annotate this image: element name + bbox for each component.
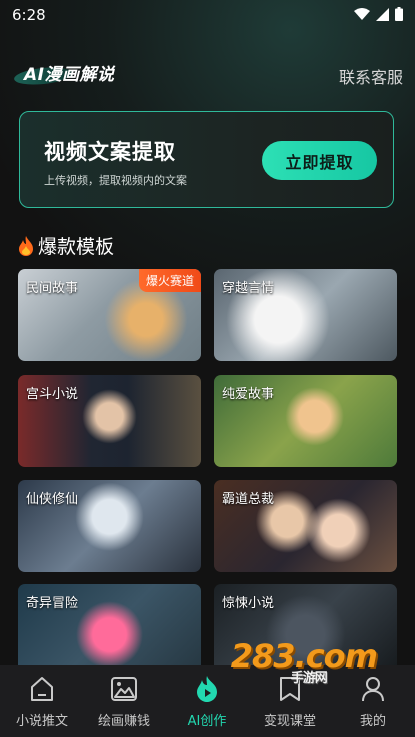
hot-templates-heading: 爆款模板 (17, 232, 114, 259)
contact-support-link[interactable]: 联系客服 (339, 64, 403, 88)
nav-item-ai-create[interactable]: AI创作 (167, 675, 247, 729)
nav-item-paint[interactable]: 绘画赚钱 (84, 675, 164, 729)
nav-item-mine[interactable]: 我的 (333, 675, 413, 729)
video-extract-card[interactable]: 视频文案提取 上传视频，提取视频内的文案 立即提取 (19, 111, 394, 208)
template-label: 民间故事 (26, 281, 79, 296)
template-label: 惊悚小说 (222, 596, 275, 611)
hot-badge: 爆火赛道 (139, 269, 201, 292)
template-tile-folk-story[interactable]: 民间故事 爆火赛道 (18, 269, 201, 361)
nav-label: 小说推文 (15, 714, 68, 729)
template-label: 宫斗小说 (26, 387, 79, 402)
template-tile-adventure[interactable]: 奇异冒险 (18, 584, 201, 676)
user-icon (362, 677, 384, 702)
battery-icon (395, 7, 403, 21)
ai-create-icon (197, 676, 217, 702)
status-bar: 6:28 (0, 0, 415, 30)
nav-label: 绘画赚钱 (97, 714, 150, 729)
template-tile-time-travel-romance[interactable]: 穿越言情 (214, 269, 397, 361)
status-icons (354, 7, 403, 21)
home-icon (31, 677, 53, 701)
nav-label: 变现课堂 (263, 714, 316, 729)
signal-icon (376, 7, 389, 21)
site-watermark: 283.com 手游网 (230, 637, 378, 686)
extract-now-button[interactable]: 立即提取 (262, 141, 377, 180)
app-logo: AI漫画解说 (13, 56, 114, 88)
extract-card-title: 视频文案提取 (44, 140, 176, 164)
status-time: 6:28 (12, 6, 46, 24)
template-label: 穿越言情 (222, 281, 275, 296)
section-title: 爆款模板 (38, 236, 115, 258)
nav-label: AI创作 (187, 714, 227, 729)
nav-label: 我的 (359, 714, 386, 729)
watermark-sub: 手游网 (290, 671, 328, 686)
template-tile-domineering-ceo[interactable]: 霸道总裁 (214, 480, 397, 572)
bottom-nav: 小说推文 绘画赚钱 AI创作 变现课堂 我的 (0, 665, 415, 737)
template-tile-xianxia[interactable]: 仙侠修仙 (18, 480, 201, 572)
image-icon (111, 677, 137, 701)
template-label: 奇异冒险 (26, 596, 79, 611)
extract-card-subtitle: 上传视频，提取视频内的文案 (44, 174, 187, 187)
watermark-text: 283 (230, 637, 296, 675)
template-label: 纯爱故事 (222, 387, 275, 402)
logo-text: AI漫画解说 (24, 65, 115, 85)
template-tile-pure-love[interactable]: 纯爱故事 (214, 375, 397, 467)
template-label: 霸道总裁 (222, 492, 275, 507)
nav-item-novel[interactable]: 小说推文 (2, 675, 82, 729)
template-label: 仙侠修仙 (26, 492, 79, 507)
fire-icon (19, 235, 33, 256)
template-tile-palace-intrigue[interactable]: 宫斗小说 (18, 375, 201, 467)
wifi-icon (354, 7, 370, 20)
